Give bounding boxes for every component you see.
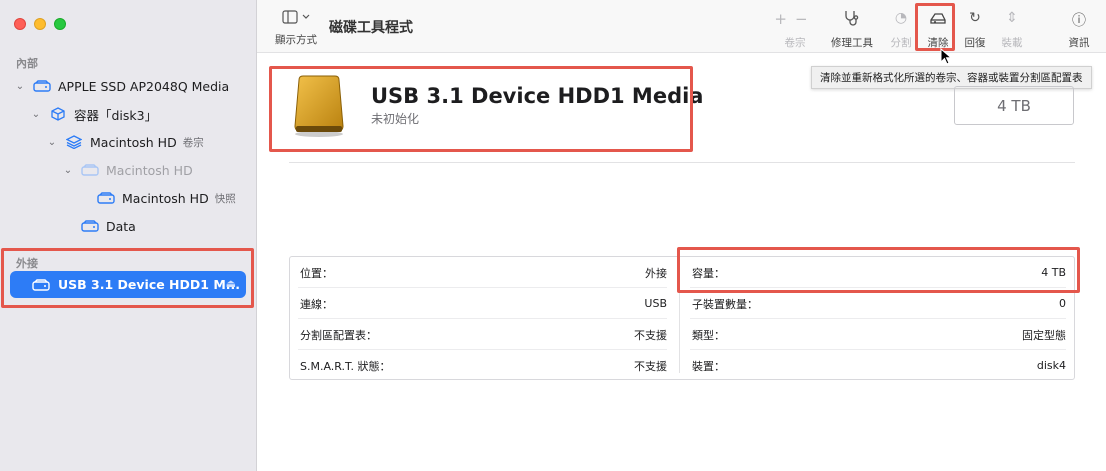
mount-icon: ⇕ xyxy=(1006,10,1018,26)
info-row: 裝置： disk4 xyxy=(682,350,1074,381)
view-label: 顯示方式 xyxy=(275,34,317,46)
info-key: 連線： xyxy=(300,297,333,311)
info-column-right: 容量： 4 TB 子裝置數量： 0 類型： 固定型態 裝置： disk4 xyxy=(682,257,1074,381)
info-value: USB xyxy=(644,297,667,310)
sidebar-item-label: 容器「disk3」 xyxy=(74,107,158,123)
info-row: 容量： 4 TB xyxy=(682,257,1074,288)
drive-icon xyxy=(80,163,100,177)
volume-stack-icon xyxy=(64,135,84,149)
zoom-window-button[interactable] xyxy=(54,18,66,30)
info-key: S.M.A.R.T. 狀態： xyxy=(300,359,391,373)
chevron-down-icon[interactable]: ⌄ xyxy=(62,165,74,176)
info-key: 位置： xyxy=(300,266,333,280)
info-value: 不支援 xyxy=(634,359,667,373)
info-row: 子裝置數量： 0 xyxy=(682,288,1074,319)
minimize-window-button[interactable] xyxy=(34,18,46,30)
sidebar-item-label: USB 3.1 Device HDD1 M... xyxy=(58,277,241,292)
section-internal-label: 內部 xyxy=(16,57,38,70)
sidebar-item-label: Macintosh HD xyxy=(90,134,177,150)
info-value: disk4 xyxy=(1036,359,1066,372)
chevron-down-icon[interactable]: ⌄ xyxy=(14,81,26,92)
sidebar-item-macintosh-hd-snapshot[interactable]: Macintosh HD 快照 xyxy=(96,186,236,210)
mouse-cursor-icon xyxy=(940,47,953,68)
divider xyxy=(289,162,1075,163)
info-row: S.M.A.R.T. 狀態： 不支援 xyxy=(290,350,675,381)
usb-drive-image xyxy=(289,74,349,141)
sidebar-item-suffix: 卷宗 xyxy=(182,136,204,149)
disk-title: USB 3.1 Device HDD1 Media xyxy=(371,84,704,108)
first-aid-button[interactable]: 修理工具 xyxy=(828,10,876,50)
container-icon xyxy=(48,107,68,121)
info-value: 固定型態 xyxy=(1022,328,1066,342)
sidebar-item-data[interactable]: Data xyxy=(80,214,136,238)
mount-button[interactable]: ⇕ 裝載 xyxy=(988,10,1036,50)
capacity-box: 4 TB xyxy=(954,86,1074,125)
section-external-label: 外接 xyxy=(16,257,38,270)
toolbar: 顯示方式 磁碟工具程式 +− 卷宗 修理工具 ◔ 分割 清除 ↻ 回復 ⇕ 裝載… xyxy=(257,0,1106,53)
info-row: 類型： 固定型態 xyxy=(682,319,1074,350)
info-label: 資訊 xyxy=(1068,37,1090,49)
stethoscope-icon xyxy=(828,10,876,28)
first-aid-label: 修理工具 xyxy=(831,37,873,49)
info-row: 位置： 外接 xyxy=(290,257,675,288)
info-key: 類型： xyxy=(692,328,725,342)
info-key: 分割區配置表： xyxy=(300,328,377,342)
external-drive-icon xyxy=(32,278,50,291)
main-panel: 顯示方式 磁碟工具程式 +− 卷宗 修理工具 ◔ 分割 清除 ↻ 回復 ⇕ 裝載… xyxy=(257,0,1106,471)
sidebar-item-label: Data xyxy=(106,218,136,234)
info-row: 分割區配置表： 不支援 xyxy=(290,319,675,350)
sidebar-item-label: Macintosh HD xyxy=(122,190,209,206)
info-value: 不支援 xyxy=(634,328,667,342)
info-panel: 位置： 外接 連線： USB 分割區配置表： 不支援 S.M.A.R.T. 狀態： 不支… xyxy=(289,256,1075,380)
sidebar-item-label: APPLE SSD AP2048Q Media xyxy=(58,78,230,94)
app-title: 磁碟工具程式 xyxy=(329,20,413,36)
mount-label: 裝載 xyxy=(1001,37,1023,49)
info-key: 容量： xyxy=(692,266,725,280)
sidebar-item-container[interactable]: ⌄ 容器「disk3」 xyxy=(30,102,157,126)
info-key: 子裝置數量： xyxy=(692,297,758,311)
window-controls xyxy=(14,18,66,30)
add-remove-icon: +− xyxy=(774,10,816,28)
volume-button-group[interactable]: +− 卷宗 xyxy=(767,10,823,50)
volume-label: 卷宗 xyxy=(784,37,806,49)
sidebar-item-usb-device[interactable]: USB 3.1 Device HDD1 M... ⏏ xyxy=(10,271,246,298)
sidebar-toggle-icon xyxy=(271,10,321,28)
sidebar-item-suffix: 快照 xyxy=(214,192,236,205)
drive-icon xyxy=(80,219,100,233)
drive-icon xyxy=(96,191,116,205)
close-window-button[interactable] xyxy=(14,18,26,30)
info-row: 連線： USB xyxy=(290,288,675,319)
sidebar-item-macintosh-hd-volume[interactable]: ⌄ Macintosh HD 卷宗 xyxy=(46,130,204,154)
sidebar: 內部 ⌄ APPLE SSD AP2048Q Media ⌄ 容器「disk3」… xyxy=(0,0,257,471)
sidebar-item-apple-ssd[interactable]: ⌄ APPLE SSD AP2048Q Media xyxy=(14,74,229,98)
sidebar-item-label: Macintosh HD xyxy=(106,162,193,178)
info-value: 4 TB xyxy=(1041,266,1066,279)
view-button[interactable]: 顯示方式 xyxy=(271,10,321,47)
info-icon: ⓘ xyxy=(1072,13,1086,29)
info-button[interactable]: ⓘ 資訊 xyxy=(1055,10,1103,50)
chevron-down-icon[interactable]: ⌄ xyxy=(46,137,58,148)
chevron-down-icon[interactable]: ⌄ xyxy=(30,109,42,120)
column-separator xyxy=(679,263,680,373)
info-value: 外接 xyxy=(645,266,667,280)
info-key: 裝置： xyxy=(692,359,725,373)
info-value: 0 xyxy=(1059,297,1066,310)
eject-icon[interactable]: ⏏ xyxy=(226,277,236,290)
disk-status: 未初始化 xyxy=(371,112,420,126)
info-column-left: 位置： 外接 連線： USB 分割區配置表： 不支援 S.M.A.R.T. 狀態： 不支… xyxy=(290,257,675,381)
sidebar-item-macintosh-hd-system[interactable]: ⌄ Macintosh HD xyxy=(62,158,193,182)
drive-icon xyxy=(32,79,52,93)
